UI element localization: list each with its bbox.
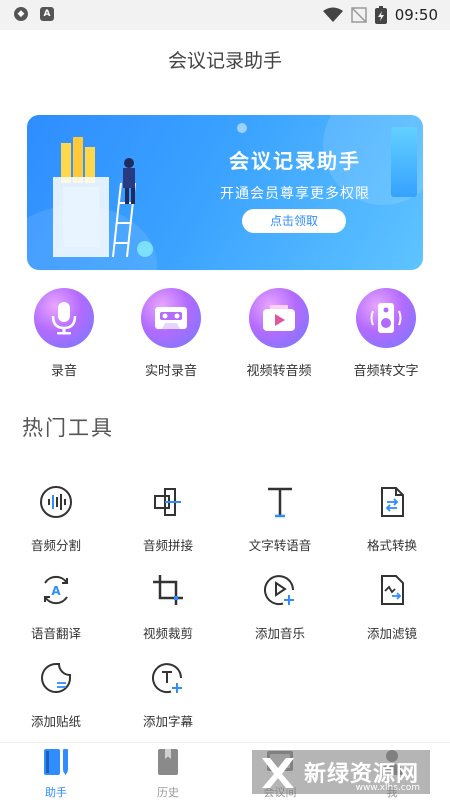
font-notification-icon: A (40, 7, 54, 21)
crop-icon (148, 570, 188, 610)
file-convert-icon (372, 482, 412, 522)
tool-label: 文字转语音 (248, 538, 312, 553)
tool-label: 视频裁剪 (142, 626, 193, 641)
claim-button[interactable]: 点击领取 (242, 209, 346, 233)
battery-charging-icon (374, 6, 387, 24)
page-title: 会议记录助手 (167, 50, 282, 72)
wifi-icon (322, 7, 343, 22)
tool-audio-merge[interactable]: 音频拼接 (112, 478, 224, 568)
tool-label: 语音翻译 (30, 626, 81, 641)
tool-format-convert[interactable]: 格式转换 (336, 478, 448, 568)
quick-action-audio-to-text[interactable]: 音频转文字 (336, 288, 436, 379)
shield-notification-icon: ◆ (14, 7, 28, 21)
tool-audio-split[interactable]: 音频分割 (0, 478, 112, 568)
video-play-icon (249, 288, 309, 348)
tool-add-subtitle[interactable]: 添加字幕 (112, 654, 224, 744)
promo-banner[interactable]: 会议记录助手 开通会员尊享更多权限 点击领取 (27, 115, 423, 270)
notebook-icon (44, 749, 68, 775)
status-bar: ◆ A 09:50 (0, 0, 450, 30)
tool-text-to-speech[interactable]: 文字转语音 (224, 478, 336, 568)
audio-merge-icon (148, 482, 188, 522)
banner-illustration (53, 137, 136, 258)
quick-action-label: 实时录音 (144, 364, 197, 379)
quick-action-video-to-audio[interactable]: 视频转音频 (229, 288, 329, 379)
tool-label: 添加音乐 (254, 626, 305, 641)
tool-video-crop[interactable]: 视频裁剪 (112, 566, 224, 656)
quick-action-record[interactable]: 录音 (14, 288, 114, 379)
tab-label: 历史 (157, 786, 179, 799)
watermark-url: www.xlhs.com (355, 783, 420, 793)
banner-subtitle: 开通会员尊享更多权限 (220, 186, 370, 202)
tool-label: 添加滤镜 (366, 626, 417, 641)
audio-wave-icon (36, 482, 76, 522)
tool-label: 格式转换 (366, 538, 417, 553)
svg-text:A: A (51, 584, 61, 598)
cassette-icon (141, 288, 201, 348)
banner-ball-decoration (237, 123, 247, 133)
tool-add-music[interactable]: 添加音乐 (224, 566, 336, 656)
tool-add-filter[interactable]: 添加滤镜 (336, 566, 448, 656)
tool-label: 音频拼接 (142, 538, 193, 553)
quick-action-label: 视频转音频 (246, 364, 312, 379)
translate-icon: A (36, 570, 76, 610)
sticker-icon (36, 658, 76, 698)
quick-action-realtime-record[interactable]: 实时录音 (121, 288, 221, 379)
quick-action-label: 音频转文字 (353, 364, 419, 379)
tool-add-sticker[interactable]: 添加贴纸 (0, 654, 112, 744)
quick-actions: 录音 实时录音 视频转音频 音频转文字 (0, 288, 450, 384)
speaker-icon (356, 288, 416, 348)
add-filter-icon (372, 570, 412, 610)
tool-label: 添加贴纸 (30, 714, 81, 729)
tool-label: 添加字幕 (142, 714, 193, 729)
add-subtitle-icon (148, 658, 188, 698)
tools-grid: 音频分割 音频拼接 文字转语音 格式转换 A 语音翻译 视频裁剪 添加音乐 添加… (0, 478, 450, 738)
tab-assistant[interactable]: 助手 (0, 747, 112, 800)
text-t-icon (260, 482, 300, 522)
watermark-logo-icon (262, 758, 294, 788)
tab-label: 助手 (45, 786, 67, 799)
tab-history[interactable]: 历史 (112, 747, 224, 800)
add-music-icon (260, 570, 300, 610)
clock: 09:50 (394, 6, 438, 24)
history-book-icon (158, 749, 178, 775)
microphone-icon (34, 288, 94, 348)
banner-title: 会议记录助手 (229, 149, 361, 173)
tool-label: 音频分割 (30, 538, 81, 553)
section-title: 热门工具 (22, 416, 114, 440)
tool-voice-translate[interactable]: A 语音翻译 (0, 566, 112, 656)
quick-action-label: 录音 (50, 364, 77, 379)
watermark: 新绿资源网 www.xlhs.com (252, 750, 430, 794)
no-signal-icon (351, 7, 367, 23)
